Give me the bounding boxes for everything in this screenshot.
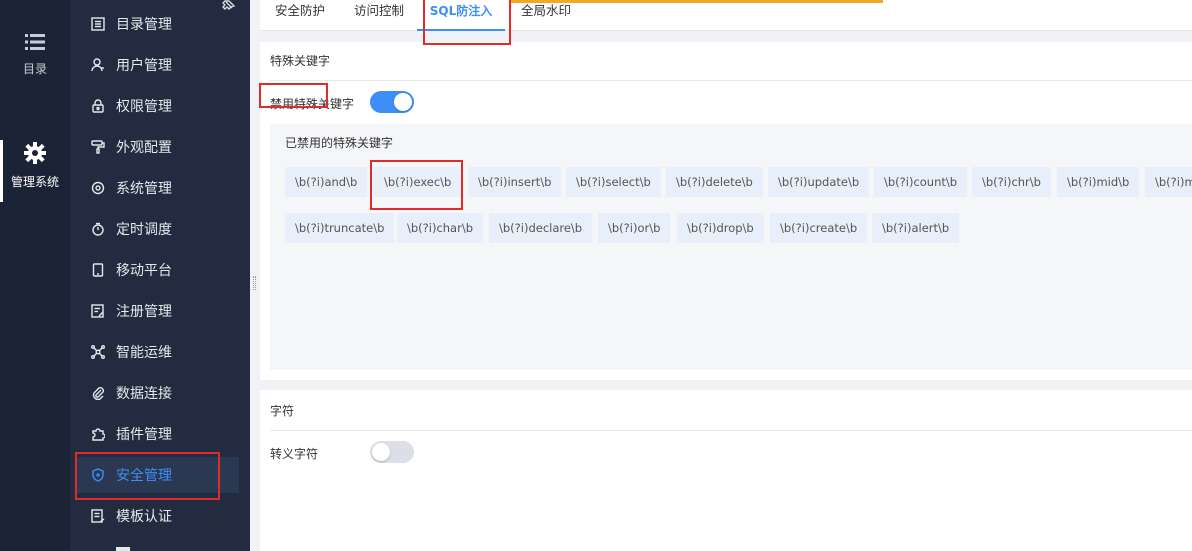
template-icon [90,508,106,524]
sidebar-item-mobile[interactable]: 移动平台 [70,252,250,288]
sidebar-item-security[interactable]: 安全管理 [77,457,239,493]
user-icon [90,57,106,73]
catalog-icon [90,16,106,32]
keyword-chip[interactable]: \b(?i)and\b [285,167,368,197]
sidebar-item-data-connect[interactable]: 数据连接 [70,375,250,411]
shield-icon [90,467,106,483]
sidebar-item-permissions[interactable]: 权限管理 [70,88,250,124]
sidebar-item-label: 移动平台 [116,263,172,279]
mobile-icon [90,262,106,278]
section-title: 特殊关键字 [270,54,331,68]
sidebar-item-label: 注册管理 [116,304,172,320]
disabled-keywords-title: 已禁用的特殊关键字 [285,136,394,150]
tab-sql-injection[interactable]: SQL防注入 [417,0,505,31]
keyword-chip[interactable]: \b(?i)exec\b [374,167,462,197]
gear-icon [0,142,70,167]
keyword-chip[interactable]: \b(?i)chr\b [972,167,1051,197]
settings-icon [90,180,106,196]
register-icon [90,303,106,319]
escape-chars-toggle[interactable] [370,441,414,463]
keyword-chip[interactable]: \b(?i)count\b [874,167,968,197]
keyword-chip[interactable]: \b(?i)insert\b [468,167,562,197]
sidebar-item-ops[interactable]: 智能运维 [70,334,250,370]
sidebar-item-schedule[interactable]: 定时调度 [70,211,250,247]
tab-global-watermark[interactable]: 全局水印 [521,0,571,31]
paperclip-icon [90,385,106,401]
rail-item-label: 管理系统 [10,175,59,189]
sidebar-item-label: 安全管理 [116,468,172,484]
sidebar-item-label: 权限管理 [116,99,172,115]
keyword-chip[interactable]: \b(?i)select\b [566,167,661,197]
tab-access-control[interactable]: 访问控制 [354,0,404,31]
app-rail: 目录 管理系统 [0,0,70,551]
puzzle-icon [90,426,106,442]
splitter-handle[interactable] [253,276,256,290]
rail-item-label: 目录 [22,62,47,76]
divider [270,80,1192,81]
lock-icon [90,98,106,114]
keyword-chip[interactable]: \b(?i)create\b [770,213,868,243]
paint-roller-icon [90,139,106,155]
sidebar: 目录管理 用户管理 权限管理 外观配置 系统管理 定时调度 移动平台 注册管理 … [70,0,250,551]
list-icon [0,33,70,54]
keyword-chip[interactable]: \b(?i)truncate\b [285,213,395,243]
toggle-knob [372,443,390,461]
characters-panel: 字符 转义字符 [260,390,1192,551]
sidebar-item-label: 外观配置 [116,140,172,156]
keyword-chip[interactable]: \b(?i)char\b [397,213,484,243]
disable-keywords-toggle[interactable] [370,91,414,113]
keyword-chip[interactable]: \b(?i)m [1145,167,1192,197]
escape-chars-label: 转义字符 [270,447,319,461]
sidebar-item-register[interactable]: 注册管理 [70,293,250,329]
sidebar-item-template-auth[interactable]: 模板认证 [70,498,250,534]
divider [270,430,1192,431]
sidebar-item-label: 模板认证 [116,509,172,525]
sidebar-item-label: 智能运维 [116,345,172,361]
sidebar-item-label: 插件管理 [116,427,172,443]
pin-icon[interactable] [222,0,238,14]
section-title: 字符 [270,404,295,418]
rail-item-catalog[interactable]: 目录 [0,33,70,77]
disable-keywords-label: 禁用特殊关键字 [270,97,355,111]
tab-security-protection[interactable]: 安全防护 [275,0,325,31]
keyword-chip[interactable]: \b(?i)mid\b [1057,167,1140,197]
sidebar-item-partial-icon [116,547,130,551]
sidebar-item-label: 系统管理 [116,181,172,197]
sidebar-item-users[interactable]: 用户管理 [70,47,250,83]
keyword-chip[interactable]: \b(?i)declare\b [489,213,593,243]
rail-item-management[interactable]: 管理系统 [0,142,70,190]
keyword-chip[interactable]: \b(?i)update\b [768,167,870,197]
special-keywords-panel: 特殊关键字 禁用特殊关键字 已禁用的特殊关键字 \b(?i)and\b \b(?… [260,42,1192,380]
disabled-keywords-box: 已禁用的特殊关键字 \b(?i)and\b \b(?i)exec\b \b(?i… [270,124,1192,370]
sidebar-item-label: 用户管理 [116,58,172,74]
sidebar-item-label: 数据连接 [116,386,172,402]
sidebar-item-system[interactable]: 系统管理 [70,170,250,206]
timer-icon [90,221,106,237]
sidebar-item-plugins[interactable]: 插件管理 [70,416,250,452]
toggle-knob [394,93,412,111]
sidebar-item-label: 目录管理 [116,17,172,33]
keyword-chip[interactable]: \b(?i)delete\b [666,167,763,197]
keyword-chip[interactable]: \b(?i)drop\b [677,213,764,243]
keyword-chip[interactable]: \b(?i)or\b [598,213,671,243]
network-icon [90,344,106,360]
sidebar-item-appearance[interactable]: 外观配置 [70,129,250,165]
keyword-chip[interactable]: \b(?i)alert\b [872,213,960,243]
sidebar-item-label: 定时调度 [116,222,172,238]
